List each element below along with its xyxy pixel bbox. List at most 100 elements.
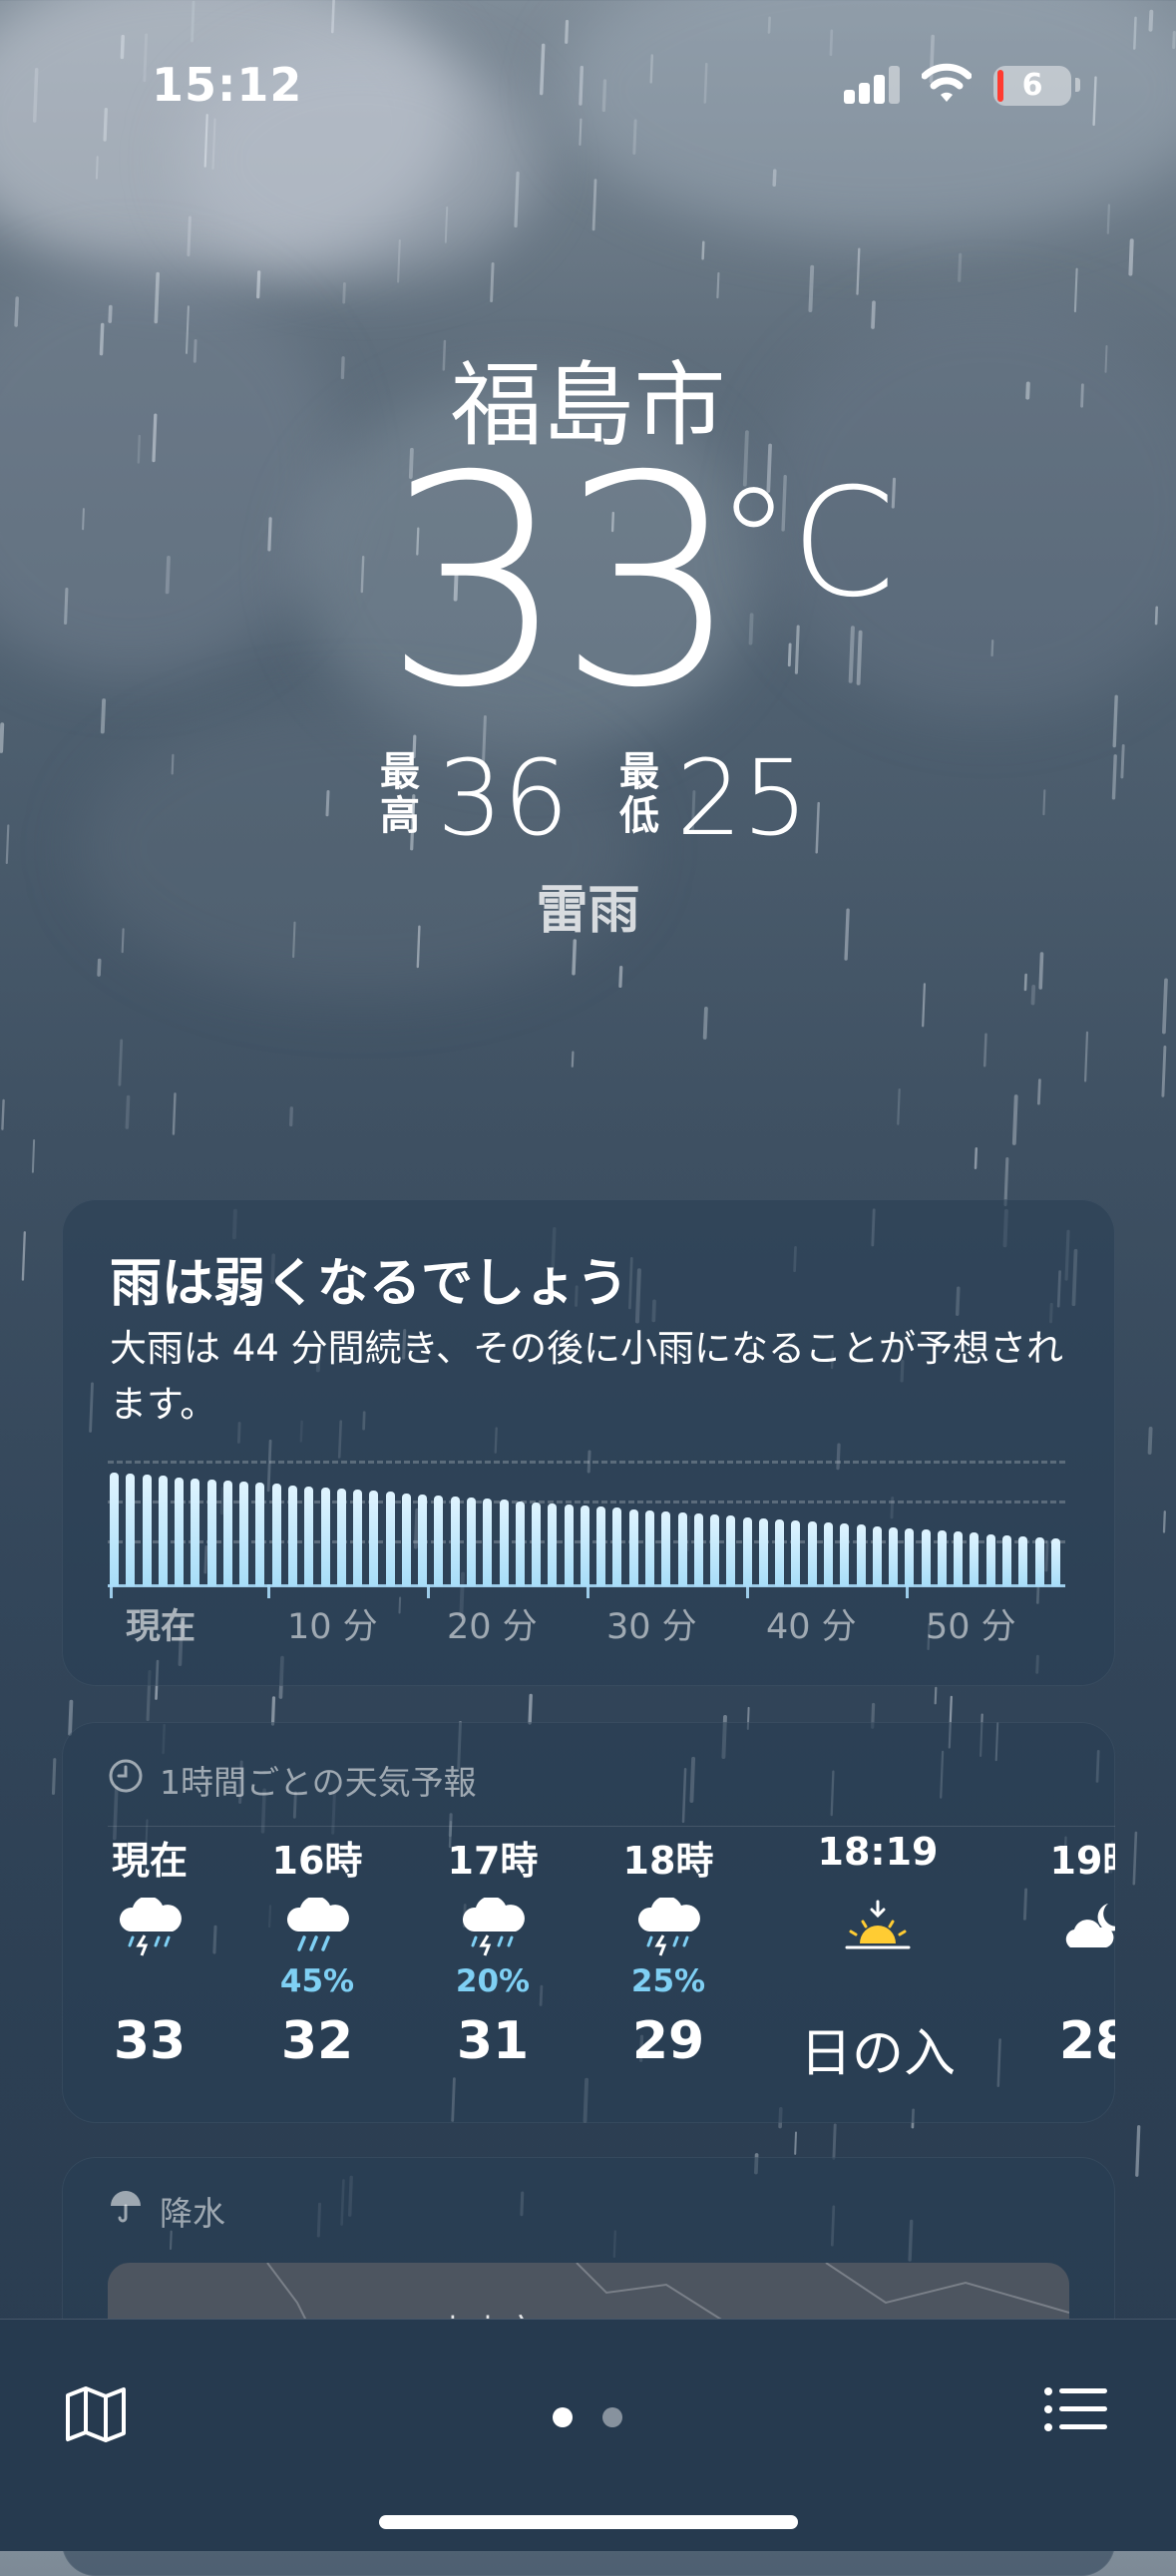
intensity-bar	[807, 1521, 817, 1586]
hourly-temperature: 31	[456, 2011, 530, 2071]
weather-condition: 雷雨	[536, 881, 640, 941]
temperature-unit: °C	[716, 457, 896, 631]
intensity-bar	[937, 1530, 947, 1586]
hourly-temperature: 33	[113, 2011, 187, 2071]
intensity-bar	[856, 1524, 866, 1586]
hourly-time: 16時	[271, 1839, 363, 1883]
intensity-bar	[271, 1484, 281, 1586]
intensity-bars	[108, 1451, 1065, 1586]
bottom-toolbar	[0, 2319, 1176, 2551]
intensity-bar	[564, 1503, 574, 1586]
intensity-bar	[628, 1508, 638, 1586]
intensity-bar	[840, 1523, 850, 1586]
intensity-bar	[191, 1478, 200, 1586]
thunderstorm-icon	[458, 1896, 528, 1961]
intensity-bar	[1001, 1534, 1011, 1586]
intensity-bar	[499, 1500, 509, 1586]
intensity-bar	[434, 1495, 444, 1586]
home-indicator	[379, 2515, 798, 2529]
battery-tip	[1075, 78, 1080, 92]
partly-cloudy-night-icon	[1060, 1898, 1115, 1961]
intensity-bar	[175, 1477, 185, 1586]
intensity-bar	[336, 1489, 346, 1586]
intensity-bar	[791, 1519, 801, 1586]
hourly-temperature: 日の入	[799, 2024, 956, 2084]
intensity-bar	[515, 1501, 525, 1586]
high-value: 36	[437, 737, 570, 859]
intensity-bar	[954, 1531, 964, 1586]
intensity-bar	[548, 1503, 558, 1586]
hourly-forecast-title: 1時間ごとの天気予報	[160, 1763, 477, 1802]
header-divider	[108, 1826, 1115, 1827]
nowcast-description: 大雨は 44 分間続き、その後に小雨になることが予想されます。	[110, 1327, 1064, 1426]
low-value: 25	[676, 737, 809, 859]
intensity-bar	[970, 1532, 980, 1586]
intensity-bar	[726, 1515, 736, 1586]
current-temperature: 33	[383, 415, 741, 751]
intensity-bar	[467, 1498, 476, 1586]
intensity-bar	[288, 1485, 297, 1586]
nowcast-title: 雨は弱くなるでしょう	[110, 1254, 629, 1314]
hourly-time: 19時	[1049, 1839, 1115, 1883]
rain-icon	[282, 1896, 352, 1961]
intensity-bar	[758, 1517, 768, 1586]
intensity-bar	[889, 1526, 898, 1586]
intensity-bar	[532, 1502, 542, 1586]
intensity-bar	[385, 1492, 395, 1586]
page-indicator-dot-active[interactable]	[553, 2407, 573, 2427]
hourly-forecast-card[interactable]: 1時間ごとの天気予報 現在 33 16時 45% 32 17時 20% 31 18時 25% 29 1…	[62, 1722, 1115, 2123]
chart-tick	[427, 1584, 430, 1598]
intensity-bar	[921, 1529, 931, 1586]
intensity-bar	[158, 1476, 168, 1586]
next-hour-precipitation-card[interactable]: 雨は弱くなるでしょう 大雨は 44 分間続き、その後に小雨になることが予想されま…	[62, 1199, 1115, 1686]
hourly-time: 現在	[111, 1839, 188, 1883]
intensity-bar	[110, 1473, 119, 1586]
chart-x-label: 10 分	[287, 1607, 378, 1647]
page-indicator-dot[interactable]	[602, 2407, 622, 2427]
chart-x-label: 40 分	[766, 1607, 857, 1647]
map-icon[interactable]	[64, 2385, 128, 2443]
intensity-bar	[710, 1514, 719, 1586]
hourly-time: 18:19	[817, 1830, 939, 1874]
hourly-time: 18時	[622, 1839, 714, 1883]
intensity-bar	[255, 1483, 265, 1586]
chart-x-label: 20 分	[447, 1607, 538, 1647]
intensity-bar	[644, 1509, 654, 1586]
wifi-icon	[922, 63, 972, 102]
chart-tick	[267, 1584, 270, 1598]
list-icon[interactable]	[1043, 2385, 1107, 2433]
intensity-bar	[985, 1533, 995, 1586]
hourly-time: 17時	[447, 1839, 539, 1883]
precipitation-title: 降水	[160, 2194, 225, 2233]
precipitation-chance: 25%	[630, 1963, 706, 1999]
hourly-temperature: 28	[1058, 2011, 1115, 2071]
thunderstorm-icon	[115, 1896, 185, 1961]
intensity-bar	[206, 1479, 216, 1586]
intensity-bar	[401, 1493, 411, 1586]
chart-tick	[746, 1584, 749, 1598]
intensity-bar	[450, 1496, 460, 1586]
battery-percent: 6	[1021, 68, 1043, 103]
intensity-bar	[369, 1491, 379, 1586]
intensity-bar	[222, 1481, 232, 1586]
intensity-bar	[126, 1474, 136, 1586]
intensity-bar	[742, 1516, 752, 1586]
intensity-bar	[320, 1487, 330, 1586]
precipitation-chance: 20%	[455, 1963, 531, 1999]
chart-x-label: 30 分	[606, 1607, 697, 1647]
intensity-bar	[1018, 1535, 1028, 1586]
intensity-bar	[1034, 1537, 1044, 1586]
chart-x-label: 50 分	[926, 1607, 1016, 1647]
precipitation-chance: 45%	[279, 1963, 355, 1999]
chart-tick	[110, 1584, 113, 1598]
chart-tick	[906, 1584, 909, 1598]
status-time: 15:12	[152, 58, 303, 112]
intensity-bar	[872, 1525, 882, 1586]
low-label: 最低	[619, 749, 659, 839]
precipitation-intensity-chart: 現在 10 分 20 分 30 分 40 分 50 分	[108, 1451, 1065, 1647]
intensity-bar	[580, 1505, 589, 1586]
clock-icon	[109, 1759, 143, 1793]
cellular-signal-icon	[844, 66, 902, 104]
intensity-bar	[239, 1482, 249, 1586]
intensity-bar	[483, 1499, 493, 1586]
